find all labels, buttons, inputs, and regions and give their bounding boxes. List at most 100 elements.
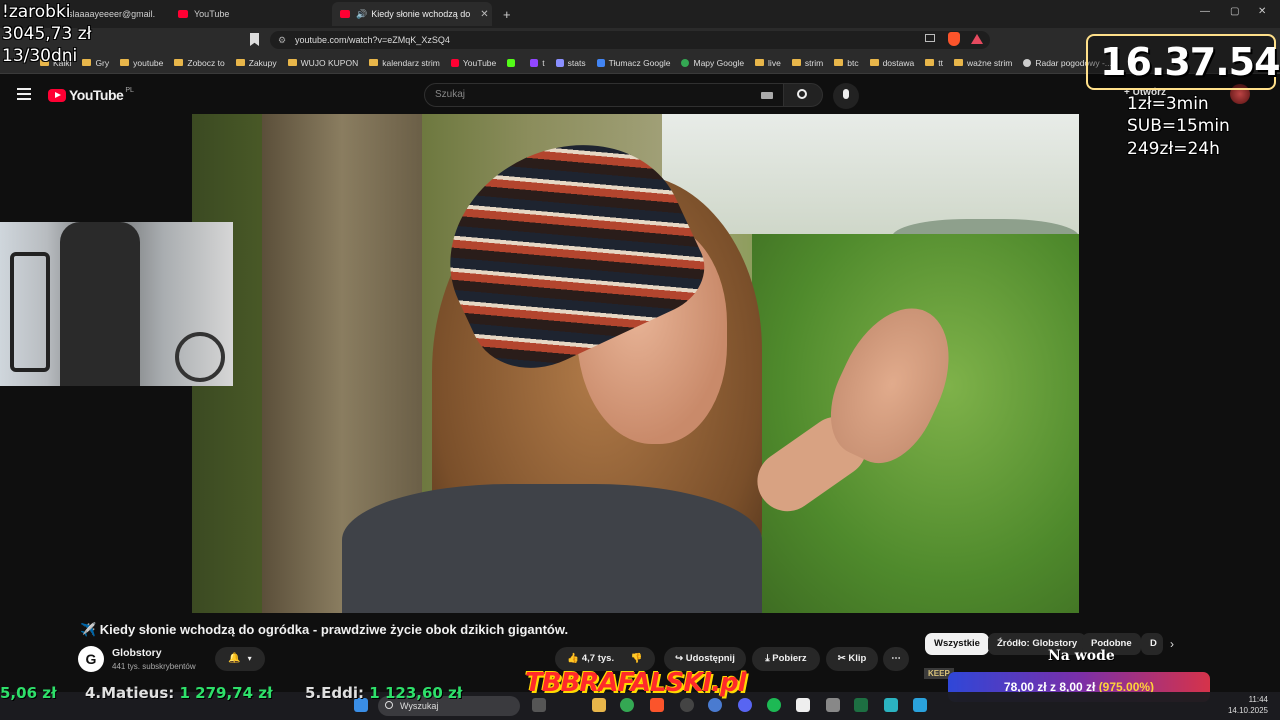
webcam-overlay — [0, 222, 233, 386]
channel-name[interactable]: Globstory — [112, 647, 162, 659]
new-tab-button[interactable]: + — [495, 2, 515, 26]
bookmark-item[interactable]: stats — [555, 58, 586, 68]
chip-more[interactable]: D — [1141, 633, 1163, 655]
folder-icon — [791, 59, 801, 66]
bookmark-item[interactable]: WUJO KUPON — [287, 58, 358, 68]
twitch-icon — [530, 58, 539, 67]
earnings-value: 3045,73 zł — [2, 24, 92, 44]
region-code: PL — [125, 86, 134, 94]
folder-icon — [755, 59, 765, 66]
bookmark-item[interactable]: Zobocz to — [174, 58, 225, 68]
channel-avatar[interactable]: G — [78, 646, 104, 672]
tab-label: YouTube — [194, 9, 230, 19]
bookmark-item[interactable]: Mapy Google — [681, 58, 744, 68]
bookmark-item[interactable] — [507, 58, 519, 67]
chip-all[interactable]: Wszystkie — [925, 633, 989, 655]
browser-tab-bar: slaaaayeeeer@gmail. YouTube 🔊 Kiedy słon… — [0, 0, 1280, 28]
tab-active-video[interactable]: 🔊 Kiedy słonie wchodzą do ✕ — [332, 2, 492, 26]
more-actions-button[interactable]: ⋯ — [883, 647, 909, 671]
notification-bell-button[interactable]: 🔔 ▾ — [215, 647, 265, 671]
chevron-right-icon[interactable]: › — [1170, 637, 1174, 651]
video-frame-shirt — [342, 484, 762, 613]
channel-subscribers: 441 tys. subskrybentów — [112, 662, 196, 671]
bookmark-item[interactable]: btc — [834, 58, 859, 68]
tab-youtube[interactable]: YouTube — [170, 2, 330, 26]
brave-shield-icon[interactable] — [948, 32, 960, 46]
tab-gmail[interactable]: slaaaayeeeer@gmail. — [60, 2, 170, 26]
bookmark-item[interactable]: YouTube — [450, 58, 496, 68]
ticker-amount: 5,06 zł — [0, 684, 57, 702]
thumbs-up-icon: 👍 — [567, 653, 582, 664]
rule-line-3: 249zł=24h — [1127, 139, 1220, 159]
translate-icon — [596, 58, 605, 67]
top-donors-ticker: 5,06 zł 4.Matieus: 1 279,74 zł 5.Eddi: 1… — [0, 684, 520, 706]
search-icon — [797, 89, 807, 99]
clip-button[interactable]: ✂ Klip — [826, 647, 878, 671]
calculator-icon[interactable] — [826, 698, 840, 712]
webcam-bike-wheel — [175, 332, 225, 382]
excel-icon[interactable] — [854, 698, 868, 712]
goal-title: Na wode — [1048, 648, 1115, 664]
voice-search-button[interactable] — [833, 83, 859, 109]
folder-icon — [287, 59, 297, 66]
ticker-amount: 1 279,74 zł — [179, 684, 273, 702]
folder-icon — [369, 59, 379, 66]
bookmark-item[interactable]: live — [755, 58, 781, 68]
cast-icon[interactable] — [925, 34, 935, 42]
rule-line-2: SUB=15min — [1127, 116, 1230, 136]
folder-icon — [120, 59, 130, 66]
clock-time: 11:44 — [1248, 695, 1268, 704]
bookmark-item[interactable]: Tłumacz Google — [596, 58, 670, 68]
folder-icon — [953, 59, 963, 66]
chevron-down-icon: ▾ — [247, 654, 252, 663]
search-input[interactable]: Szukaj — [424, 83, 784, 107]
youtube-icon — [450, 58, 459, 67]
share-icon: ↪ — [675, 653, 686, 664]
bookmark-item[interactable]: kalendarz strim — [369, 58, 440, 68]
clock-date: 14.10.2025 — [1227, 706, 1268, 715]
like-count: 4,7 tys. — [581, 653, 615, 664]
site-info-icon[interactable]: ⚙ — [278, 31, 286, 49]
days-counter: 13/30dni — [2, 46, 78, 66]
bookmark-item[interactable]: dostawa — [869, 58, 914, 68]
youtube-favicon-icon — [178, 10, 188, 18]
system-clock[interactable]: 11:44 14.10.2025 — [1222, 694, 1268, 716]
folder-icon — [925, 59, 935, 66]
app-icon[interactable] — [913, 698, 927, 712]
bookmark-item[interactable]: Zakupy — [235, 58, 277, 68]
tab-label: Kiedy słonie wchodzą do — [371, 9, 471, 19]
close-window-icon[interactable]: ✕ — [1258, 6, 1266, 17]
webcam-person — [60, 222, 140, 386]
youtube-favicon-icon — [340, 10, 350, 18]
menu-icon[interactable] — [17, 88, 31, 100]
maximize-icon[interactable]: ▢ — [1230, 6, 1239, 17]
search-placeholder: Szukaj — [435, 89, 466, 100]
bookmark-item[interactable]: strim — [791, 58, 823, 68]
url-field[interactable]: ⚙ youtube.com/watch?v=eZMqK_XzSQ4 — [270, 31, 990, 49]
video-player[interactable] — [192, 114, 1079, 613]
brave-rewards-icon[interactable] — [971, 34, 983, 44]
subathon-timer: 16.37.54 — [1100, 40, 1280, 84]
bookmark-item[interactable]: youtube — [120, 58, 163, 68]
bookmark-item[interactable]: t — [530, 58, 545, 68]
app-icon[interactable] — [884, 698, 898, 712]
search-button[interactable] — [783, 83, 823, 107]
bookmark-item[interactable]: tt — [925, 58, 943, 68]
minimize-icon[interactable]: — — [1200, 6, 1210, 17]
webcam-equipment — [10, 252, 50, 372]
video-title: ✈️ Kiedy słonie wchodzą do ogródka - pra… — [80, 622, 569, 637]
bookmark-icon[interactable] — [250, 33, 259, 46]
youtube-logo[interactable]: YouTube PL — [48, 87, 134, 103]
keyboard-icon[interactable] — [761, 92, 773, 99]
url-text: youtube.com/watch?v=eZMqK_XzSQ4 — [295, 35, 450, 45]
youtube-wordmark: YouTube — [69, 87, 124, 103]
folder-icon — [834, 59, 844, 66]
ticker-amount: 1 123,60 zł — [369, 684, 463, 702]
close-tab-icon[interactable]: ✕ — [480, 9, 488, 20]
app-icon[interactable] — [796, 698, 810, 712]
thumbs-down-icon[interactable]: 👎 — [631, 653, 643, 664]
rule-line-1: 1zł=3min — [1127, 94, 1209, 114]
bookmark-item[interactable]: ważne strim — [953, 58, 1012, 68]
ticker-name: 4.Matieus: — [85, 684, 175, 702]
bookmark-item[interactable]: Gry — [82, 58, 109, 68]
